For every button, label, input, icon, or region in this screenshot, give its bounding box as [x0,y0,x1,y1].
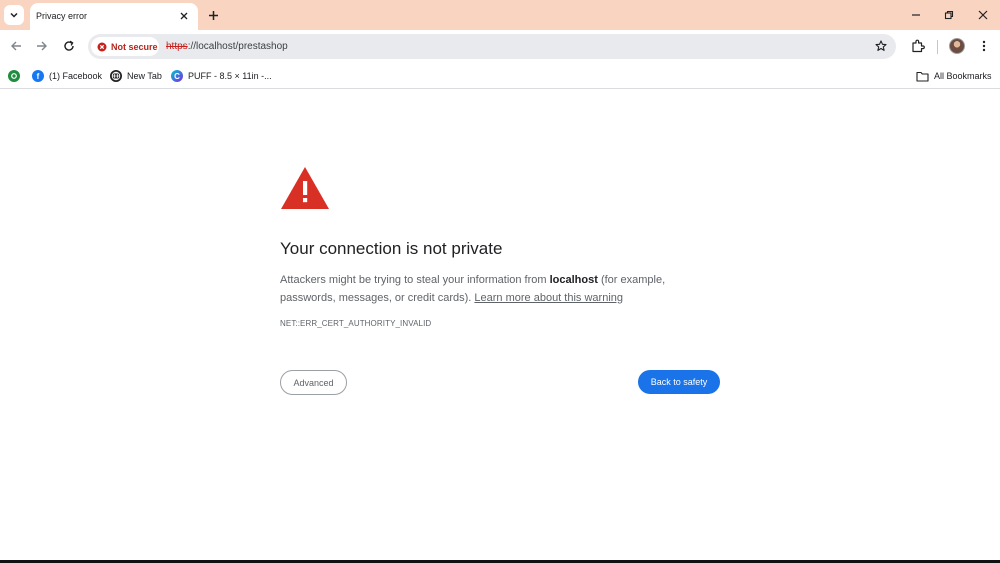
tab-close-button[interactable] [178,10,190,22]
bookmarks-bar: f (1) Facebook New Tab C PUFF - 8.5 × 11… [0,63,1000,89]
reload-button[interactable] [61,38,77,54]
error-icon [97,42,107,51]
error-code: NET::ERR_CERT_AUTHORITY_INVALID [280,319,432,328]
bookmark-label: New Tab [127,71,162,81]
bookmark-star-button[interactable] [874,39,888,53]
plus-icon [208,10,218,20]
url-scheme: https [166,41,188,52]
page-title: Your connection is not private [280,239,503,258]
green-app-icon [8,70,20,82]
extensions-button[interactable] [910,38,926,54]
warning-description: Attackers might be trying to steal your … [280,271,720,307]
globe-icon [110,70,122,82]
folder-icon [916,71,929,82]
canva-icon: C [171,70,183,82]
restore-button[interactable] [941,7,957,23]
restore-icon [944,10,954,20]
minimize-button[interactable] [908,7,924,23]
url-rest: ://localhost/prestashop [187,41,288,52]
facebook-icon: f [32,70,44,82]
bookmark-label: PUFF - 8.5 × 11in -... [188,71,272,81]
not-secure-label: Not secure [111,41,158,52]
all-bookmarks-label: All Bookmarks [934,71,992,81]
not-secure-chip[interactable]: Not secure [91,37,159,56]
close-icon [180,12,188,20]
tab-search-button[interactable] [4,5,24,25]
profile-avatar[interactable] [949,38,965,54]
all-bookmarks-button[interactable]: All Bookmarks [916,67,992,85]
address-bar[interactable]: Not secure https://localhost/prestashop [88,34,896,59]
bookmark-item-new-tab[interactable]: New Tab [110,67,162,85]
bookmark-item-app[interactable] [8,67,20,85]
minimize-icon [912,14,920,16]
back-to-safety-button[interactable]: Back to safety [638,370,720,394]
advanced-button[interactable]: Advanced [280,370,347,395]
tab-privacy-error[interactable]: Privacy error [30,3,198,30]
bookmark-item-facebook[interactable]: f (1) Facebook [32,67,102,85]
description-text: Attackers might be trying to steal your … [280,274,550,286]
chevron-down-icon [10,12,18,18]
arrow-left-icon [11,41,21,51]
learn-more-link[interactable]: Learn more about this warning [474,292,623,304]
bookmark-label: (1) Facebook [49,71,103,81]
tab-title: Privacy error [36,11,88,21]
browser-menu-button[interactable] [977,38,991,54]
reload-icon [64,40,74,51]
close-window-button[interactable] [975,7,991,23]
close-icon [978,10,988,20]
star-icon [875,40,887,51]
forward-button[interactable] [34,38,50,54]
new-tab-button[interactable] [205,7,221,23]
toolbar: Not secure https://localhost/prestashop [0,30,1000,63]
bookmark-item-puff[interactable]: C PUFF - 8.5 × 11in -... [171,67,272,85]
warning-icon [281,167,329,209]
toolbar-divider [937,40,938,54]
back-button[interactable] [8,38,24,54]
tab-strip: Privacy error [0,0,1000,30]
more-vertical-icon [982,40,986,52]
puzzle-icon [912,39,925,53]
arrow-right-icon [37,41,47,51]
url-text: https://localhost/prestashop [166,41,288,52]
host-name: localhost [549,274,598,286]
